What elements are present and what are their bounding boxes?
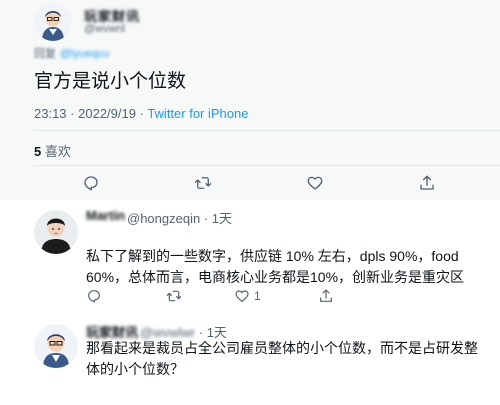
main-author-handle[interactable]: @wvwnl (84, 23, 125, 35)
likes-label: 喜欢 (44, 144, 71, 159)
retweet-button[interactable] (194, 174, 212, 192)
handle-separator: · (203, 211, 209, 226)
tweet-source[interactable]: Twitter for iPhone (147, 106, 248, 121)
like-count: 1 (254, 289, 261, 303)
replying-to-label: 回复 (34, 48, 56, 60)
likes-stat[interactable]: 5 喜欢 (34, 141, 71, 160)
likes-count: 5 (34, 144, 42, 159)
reply-tweet[interactable]: Martin @hongzeqin · 1天 私下了解到的一些数字，供应链 10… (0, 200, 500, 316)
tweet-date[interactable]: 2022/9/19 (78, 106, 136, 121)
like-icon (307, 176, 323, 190)
main-tweet-actions (0, 174, 500, 194)
reply-button[interactable] (82, 174, 100, 192)
like-button[interactable] (306, 174, 324, 192)
reply-author-avatar[interactable] (34, 210, 78, 254)
retweet-button[interactable] (166, 288, 182, 304)
tweet-meta: 23:13 · 2022/9/19 · Twitter for iPhone (34, 106, 248, 121)
divider (34, 165, 500, 166)
main-tweet-text: 官方是说小个位数 (34, 71, 187, 92)
reply-button[interactable] (86, 288, 106, 304)
reply-text: 私下了解到的一些数字，供应链 10% 左右，dpls 90%，food 60%，… (86, 248, 465, 285)
main-author-avatar[interactable] (34, 3, 72, 41)
share-button[interactable] (318, 288, 334, 304)
reply-time[interactable]: 1天 (212, 211, 232, 226)
main-tweet: 玩家财讯 @wvwnl 回复 @lyueqcu 官方是说小个位数 23:13 · … (0, 0, 500, 200)
reply-author-name[interactable]: Martin (86, 208, 125, 223)
reply-author-avatar[interactable] (34, 324, 78, 368)
reply-icon (88, 290, 100, 303)
reply-tweet[interactable]: 玩家财讯 @wvwlwr · 1天 那看起来是裁员占全公司雇员整体的小个位数，而… (0, 316, 500, 405)
retweet-icon (194, 177, 212, 189)
reply-author-handle-line: @hongzeqin · 1天 (127, 208, 232, 227)
reply-text: 那看起来是裁员占全公司雇员整体的小个位数，而不是占研发整体的小个位数？ (86, 340, 478, 377)
reply-icon (84, 176, 98, 191)
divider (34, 130, 500, 131)
tweet-time[interactable]: 23:13 (34, 106, 67, 121)
meta-separator: · (70, 106, 79, 121)
replying-to: 回复 @lyueqcu (34, 45, 109, 61)
share-button[interactable] (418, 174, 436, 192)
like-icon (235, 290, 249, 302)
retweet-icon (166, 290, 182, 302)
share-icon (420, 175, 434, 190)
reply-author-handle[interactable]: @hongzeqin (127, 211, 200, 226)
replying-to-handle[interactable]: @lyueqcu (60, 48, 109, 60)
like-button[interactable]: 1 (234, 288, 261, 304)
reply-actions: 1 (0, 288, 500, 308)
share-icon (320, 289, 332, 302)
